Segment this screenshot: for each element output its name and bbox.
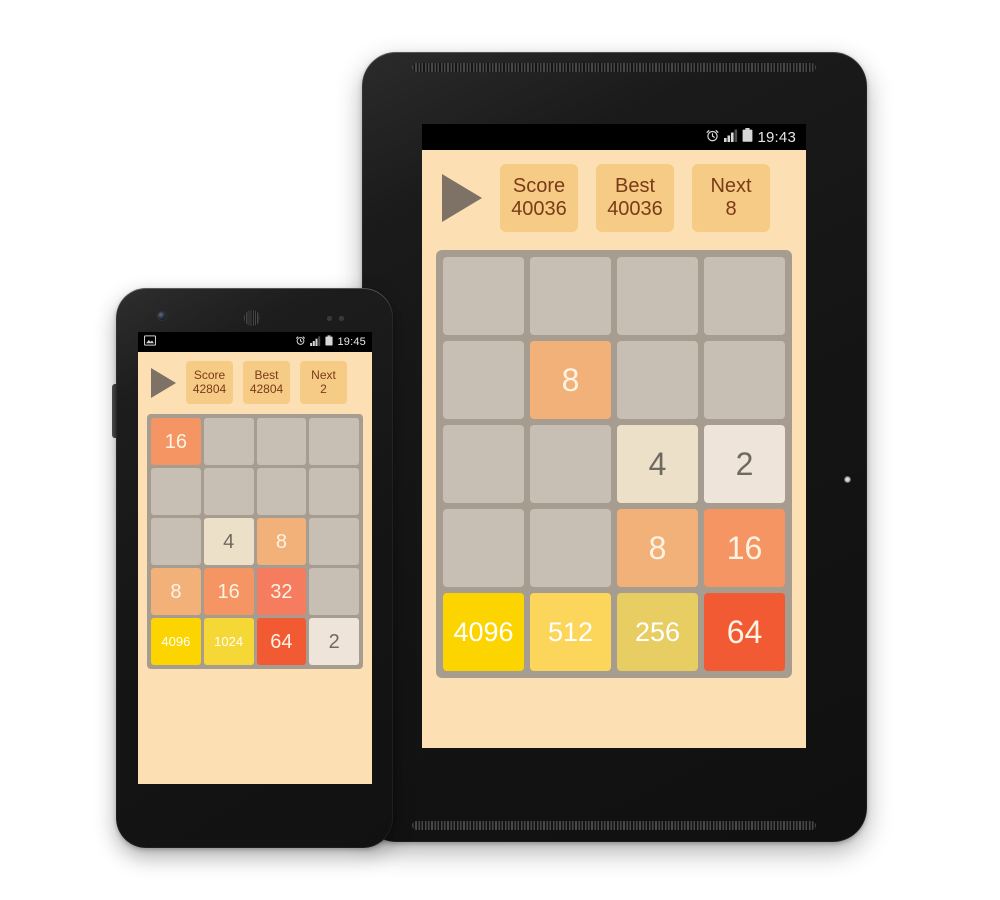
empty-cell-r2-c3	[256, 468, 307, 515]
tile-2: 2	[309, 618, 359, 665]
empty-cell-r4-c1	[443, 509, 524, 587]
phone-status-bar-notifications	[143, 335, 295, 349]
empty-cell-r2-c3	[617, 341, 698, 419]
empty-cell-r2-c1	[151, 468, 201, 515]
empty-cell-r1-c4	[704, 257, 785, 335]
battery-icon	[742, 128, 753, 146]
tablet-top-speaker-grille	[412, 63, 816, 72]
tablet-bottom-speaker-grille	[412, 821, 816, 830]
tablet-clock: 19:43	[757, 128, 796, 146]
best-label: Best	[254, 367, 279, 382]
signal-bars-icon	[724, 129, 738, 146]
empty-cell-r1-c2	[203, 418, 254, 465]
tile-16: 16	[203, 568, 254, 615]
empty-cell-r3-c2	[530, 425, 611, 503]
battery-icon	[325, 335, 334, 349]
empty-cell-r3-c1	[151, 518, 201, 565]
empty-cell-r1-c3	[256, 418, 307, 465]
next-label: Next	[710, 175, 752, 197]
alarm-clock-icon	[705, 128, 720, 147]
empty-cell-r4-c2	[530, 509, 611, 587]
empty-cell-r1-c4	[309, 418, 359, 465]
tablet-app-body: Score 40036 Best 40036 Next 8 8 4 2 8 16 4096…	[422, 150, 806, 678]
tablet-notification-led	[844, 476, 851, 483]
tablet-game-board[interactable]: 8 4 2 8 16 4096 512 256 64	[436, 250, 792, 678]
tablet-status-bar: 19:43	[422, 124, 806, 150]
play-arrow-icon[interactable]	[151, 367, 176, 398]
tablet-screen: 19:43 Score 40036 Best 40036 Next 8 8 4 …	[422, 124, 806, 748]
next-label: Next	[311, 367, 336, 382]
empty-cell-r4-c4	[309, 568, 359, 615]
best-value: 40036	[607, 198, 663, 220]
tablet-status-bar-system: 19:43	[705, 128, 796, 147]
empty-cell-r2-c4	[704, 341, 785, 419]
tile-64: 64	[256, 618, 307, 665]
best-value: 42804	[249, 381, 284, 396]
empty-cell-r1-c3	[617, 257, 698, 335]
tile-8: 8	[617, 509, 698, 587]
best-box: Best 40036	[596, 164, 674, 232]
empty-cell-r2-c4	[309, 468, 359, 515]
empty-cell-r3-c1	[443, 425, 524, 503]
next-value: 2	[320, 381, 327, 396]
screenshot-canvas: 19:43 Score 40036 Best 40036 Next 8 8 4 …	[0, 0, 1000, 900]
next-box: Next 2	[300, 361, 347, 404]
tile-4: 4	[617, 425, 698, 503]
signal-bars-icon	[310, 335, 321, 349]
best-label: Best	[614, 175, 656, 197]
score-value: 40036	[511, 198, 567, 220]
tile-512: 512	[530, 593, 611, 671]
tile-32: 32	[256, 568, 307, 615]
tile-4: 4	[203, 518, 254, 565]
tile-8: 8	[151, 568, 201, 615]
phone-volume-button[interactable]	[112, 384, 117, 438]
empty-cell-r2-c2	[203, 468, 254, 515]
tile-4096: 4096	[443, 593, 524, 671]
score-box: Score 42804	[186, 361, 233, 404]
front-camera-icon	[158, 312, 166, 320]
phone-header: Score 42804 Best 42804 Next 2	[138, 352, 372, 411]
phone-proximity-sensors	[327, 316, 353, 321]
phone-earpiece-speaker	[244, 310, 260, 326]
tile-8: 8	[530, 341, 611, 419]
empty-cell-r1-c1	[443, 257, 524, 335]
phone-device: 19:45 Score 42804 Best 42804 Next 2 16 4…	[112, 288, 393, 848]
tablet-device: 19:43 Score 40036 Best 40036 Next 8 8 4 …	[362, 52, 867, 842]
score-value: 42804	[192, 381, 227, 396]
phone-clock: 19:45	[337, 336, 366, 348]
tablet-header: Score 40036 Best 40036 Next 8	[422, 150, 806, 244]
tile-16: 16	[704, 509, 785, 587]
next-box: Next 8	[692, 164, 770, 232]
empty-cell-r1-c2	[530, 257, 611, 335]
score-box: Score 40036	[500, 164, 578, 232]
tile-4096: 4096	[151, 618, 201, 665]
screenshot-image-icon	[143, 335, 157, 349]
alarm-clock-icon	[295, 335, 306, 349]
phone-app-body: Score 42804 Best 42804 Next 2 16 4 8 8 16 32 4…	[138, 352, 372, 669]
tile-1024: 1024	[203, 618, 254, 665]
phone-status-bar-system: 19:45	[295, 335, 366, 349]
phone-status-bar: 19:45	[138, 332, 372, 352]
empty-cell-r2-c1	[443, 341, 524, 419]
phone-game-board[interactable]: 16 4 8 8 16 32 4096 1024 64 2	[147, 414, 363, 669]
tile-2: 2	[704, 425, 785, 503]
tile-64: 64	[704, 593, 785, 671]
play-arrow-icon[interactable]	[442, 174, 482, 222]
next-value: 8	[725, 198, 737, 220]
tile-8: 8	[256, 518, 307, 565]
phone-screen: 19:45 Score 42804 Best 42804 Next 2 16 4…	[138, 332, 372, 784]
score-label: Score	[193, 367, 226, 382]
best-box: Best 42804	[243, 361, 290, 404]
empty-cell-r3-c4	[309, 518, 359, 565]
tile-16: 16	[151, 418, 201, 465]
tile-256: 256	[617, 593, 698, 671]
score-label: Score	[512, 175, 566, 197]
